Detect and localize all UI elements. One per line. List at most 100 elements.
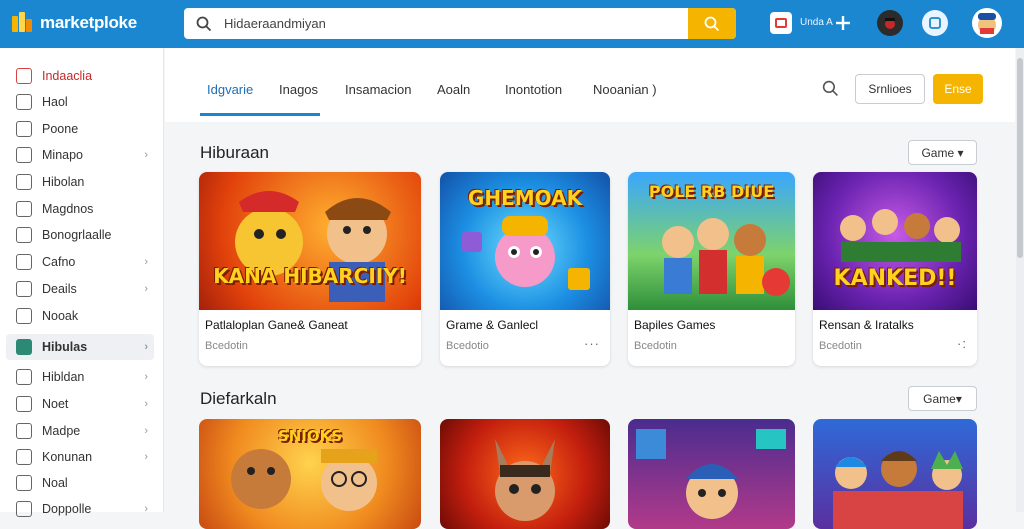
sidebar-item-deails[interactable]: Deails › xyxy=(6,276,154,302)
more-options-icon[interactable]: ··· xyxy=(584,336,600,351)
game-thumbnail: KANA HIBARCIIY! xyxy=(199,172,421,310)
game-thumbnail xyxy=(495,439,555,521)
sidebar-item-label: Madpe xyxy=(42,424,81,438)
shield-icon xyxy=(16,201,32,217)
secondary-button[interactable]: Srnlioes xyxy=(855,74,925,104)
sidebar-item-konunan[interactable]: Konunan › xyxy=(6,444,154,470)
chat-icon xyxy=(16,369,32,385)
sidebar-item-label: Hibolan xyxy=(42,175,85,189)
plus-icon[interactable] xyxy=(830,10,856,36)
scrollbar-thumb[interactable] xyxy=(1017,58,1023,258)
box-icon xyxy=(16,475,32,491)
chevron-right-icon: › xyxy=(144,398,148,410)
card-subtitle: Bcedotin xyxy=(205,340,248,352)
game-thumbnail xyxy=(636,429,786,519)
sidebar-item-label: Hibldan xyxy=(42,370,85,384)
tab-inontotion[interactable]: Inontotion xyxy=(505,82,562,97)
sidebar-item-hibolan[interactable]: Hibolan xyxy=(6,169,154,195)
sidebar-item-noet[interactable]: Noet › xyxy=(6,391,154,417)
sidebar-item-nooak[interactable]: Nooak xyxy=(6,303,154,329)
apps-icon[interactable] xyxy=(922,10,948,36)
game-thumbnail: GHEMOAK xyxy=(440,172,610,310)
game-thumbnail: KANKED!! xyxy=(813,172,977,310)
home-icon xyxy=(16,94,32,110)
chevron-right-icon: › xyxy=(144,283,148,295)
thumb-title-text: KANKED!! xyxy=(833,266,957,291)
sidebar-item-minapo[interactable]: Minapo › xyxy=(6,142,154,168)
chevron-right-icon: › xyxy=(144,371,148,383)
sidebar-item-label: Hibulas xyxy=(42,340,88,354)
chevron-right-icon: › xyxy=(144,149,148,161)
calendar-icon xyxy=(16,423,32,439)
character-avatar-icon[interactable] xyxy=(877,10,903,36)
users-icon xyxy=(16,121,32,137)
top-label[interactable]: Unda A xyxy=(800,17,833,28)
game-card[interactable]: KANKED!! Rensan & Iratalks Bcedotin ·: xyxy=(813,172,977,366)
app-logo[interactable]: marketploke xyxy=(12,12,137,34)
chevron-right-icon: › xyxy=(144,451,148,463)
top-bar: marketploke Unda A xyxy=(0,0,1024,48)
thumb-title-text: KANA HIBARCIIY! xyxy=(213,264,407,288)
logo-text: marketploke xyxy=(40,13,137,32)
video-icon[interactable] xyxy=(770,12,792,34)
game-card[interactable] xyxy=(628,419,795,529)
sidebar-item-cafno[interactable]: Cafno › xyxy=(6,249,154,275)
pin-icon xyxy=(16,308,32,324)
bookmark-icon xyxy=(16,339,32,355)
search-input[interactable] xyxy=(224,8,688,39)
active-tab-indicator xyxy=(200,113,320,116)
card-title: Bapiles Games xyxy=(634,318,716,332)
tab-aoaln[interactable]: Aoaln xyxy=(437,82,470,97)
scrollbar[interactable] xyxy=(1016,48,1024,512)
sidebar-item-indaaclia[interactable]: Indaaclia xyxy=(6,63,154,89)
tab-inagos[interactable]: Inagos xyxy=(279,82,318,97)
sidebar-item-poone[interactable]: Poone xyxy=(6,116,154,142)
game-card[interactable] xyxy=(813,419,977,529)
game-card[interactable] xyxy=(440,419,610,529)
card-title: Rensan & Iratalks xyxy=(819,318,914,332)
sidebar-item-doppolle[interactable]: Doppolle › xyxy=(6,496,154,522)
section-dropdown[interactable]: Game ▾ xyxy=(908,140,977,165)
thumb-title-text: POLE RB DIUE xyxy=(648,182,775,201)
sidebar-item-hibldan[interactable]: Hibldan › xyxy=(6,364,154,390)
sidebar-item-magdnos[interactable]: Magdnos xyxy=(6,196,154,222)
sidebar-item-noal[interactable]: Noal xyxy=(6,470,154,496)
search-icon[interactable] xyxy=(822,80,839,102)
section-dropdown[interactable]: Game▾ xyxy=(908,386,977,411)
sidebar-item-label: Magdnos xyxy=(42,202,94,216)
tag-icon xyxy=(16,227,32,243)
primary-button[interactable]: Ense xyxy=(933,74,983,104)
sidebar-item-label: Poone xyxy=(42,122,79,136)
more-options-icon[interactable]: ·: xyxy=(957,336,967,351)
game-card[interactable]: POLE RB DIUE Bapiles Games Bcedotin xyxy=(628,172,795,366)
sidebar-item-label: Noet xyxy=(42,397,69,411)
sidebar-item-label: Indaaclia xyxy=(42,69,93,83)
card-subtitle: Bcedotio xyxy=(446,340,489,352)
sidebar-item-hibulas[interactable]: Hibulas › xyxy=(6,334,154,360)
sidebar-item-haol[interactable]: Haol xyxy=(6,89,154,115)
folder-icon xyxy=(16,174,32,190)
sidebar-item-bonogrlaalle[interactable]: Bonogrlaalle xyxy=(6,222,154,248)
sidebar-item-label: Doppolle xyxy=(42,502,92,516)
sidebar-item-label: Bonogrlaalle xyxy=(42,228,112,242)
link-icon xyxy=(16,449,32,465)
game-card[interactable]: GHEMOAK Grame & Ganlecl Bcedotio ··· xyxy=(440,172,610,366)
sidebar-item-label: Minapo xyxy=(42,148,83,162)
grid-icon xyxy=(16,254,32,270)
tab-insamacion[interactable]: Insamacion xyxy=(345,82,411,97)
section-title: Diefarkaln xyxy=(200,389,277,408)
thumb-title-text: GHEMOAK xyxy=(467,186,583,210)
document-icon xyxy=(16,281,32,297)
game-card[interactable]: SNIOKS xyxy=(199,419,421,529)
card-title: Grame & Ganlecl xyxy=(446,318,539,332)
game-card[interactable]: KANA HIBARCIIY! Patlaloplan Gane& Ganeat… xyxy=(199,172,421,366)
search-button[interactable] xyxy=(688,8,736,39)
search-bar xyxy=(184,8,736,39)
tab-idgvarie[interactable]: Idgvarie xyxy=(207,82,253,97)
chevron-right-icon: › xyxy=(144,341,148,353)
tab-nooanian[interactable]: Nooanian ) xyxy=(593,82,657,97)
sidebar-item-madpe[interactable]: Madpe › xyxy=(6,418,154,444)
game-thumbnail xyxy=(833,451,963,529)
avatar[interactable] xyxy=(972,8,1002,38)
chart-icon xyxy=(16,396,32,412)
